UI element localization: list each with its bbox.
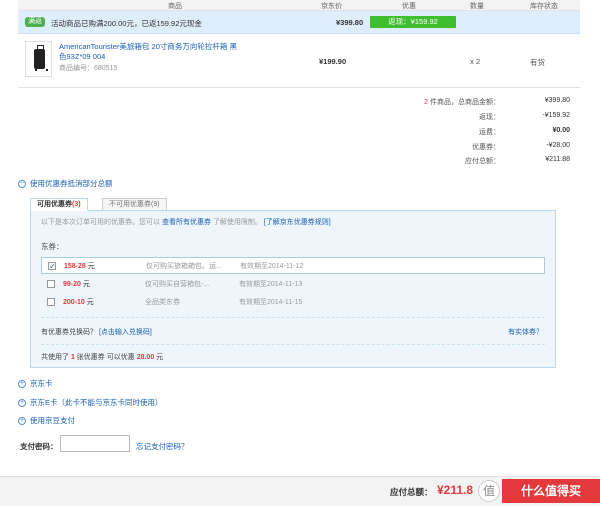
- promo-badge: 满返: [25, 17, 45, 27]
- jd-beans-toggle[interactable]: + 使用京豆支付: [18, 415, 75, 427]
- divider: [41, 344, 545, 345]
- solid-coupon-link[interactable]: 有实体券？: [508, 327, 543, 337]
- promo-text: 活动商品已购满200.00元，已返159.92元现金: [51, 19, 202, 28]
- coupon-checkbox[interactable]: [48, 258, 56, 275]
- coupon-toggle[interactable]: − 使用优惠券抵消部分总额: [18, 178, 113, 190]
- enter-exchange-code-link[interactable]: [点击输入兑换码]: [99, 329, 152, 336]
- col-jd-price: 京东价: [321, 3, 342, 10]
- payment-password-input[interactable]: [60, 435, 130, 452]
- coupon-checkbox[interactable]: [47, 280, 55, 288]
- exchange-code-row: 有优惠券兑换码？ [点击输入兑换码]: [41, 329, 152, 336]
- divider: [41, 317, 545, 318]
- minus-circle-icon: −: [18, 180, 26, 189]
- summary-coupon: 优惠券： -¥28.00: [472, 142, 570, 151]
- coupon-item[interactable]: 200-10 元 全品类东券 有效期至2014-11-15: [41, 294, 545, 311]
- jd-card-toggle[interactable]: + 京东卡: [18, 378, 53, 390]
- product-thumbnail[interactable]: [25, 41, 52, 77]
- total-label: 应付总额：: [390, 487, 433, 497]
- view-all-coupons-link[interactable]: 查看所有优惠券: [162, 219, 211, 226]
- suitcase-image: [34, 45, 48, 71]
- product-price: ¥199.90: [319, 57, 347, 66]
- payment-password-label: 支付密码：: [20, 442, 58, 451]
- summary-shipping: 运费： ¥0.00: [479, 127, 570, 136]
- watermark-logo-icon: 值: [478, 480, 500, 502]
- product-row: AmericanTourister美旅箱包 20寸商务万向轮拉杆箱 黑色93Z*…: [18, 34, 580, 88]
- summary-due: 应付总额： ¥211.88: [465, 156, 570, 165]
- col-discount: 优惠: [402, 3, 416, 10]
- coupon-section-title: 东券：: [41, 242, 64, 251]
- product-stock: 有货: [530, 58, 545, 67]
- forgot-password-link[interactable]: 忘记支付密码？: [136, 441, 189, 452]
- plus-circle-icon: +: [18, 380, 26, 389]
- summary-goods: 2 件商品，总商品金额： ¥399.80: [424, 97, 570, 106]
- checkout-footer: 应付总额： ¥211.8 值 什么值得买: [0, 476, 600, 506]
- col-stock: 库存状态: [530, 3, 558, 10]
- promo-row: 满返 活动商品已购满200.00元，已返159.92元现金 ¥399.80 返现…: [18, 11, 580, 34]
- product-qty: x 2: [470, 57, 481, 66]
- jd-ecard-toggle[interactable]: + 京东E卡（此卡不能与京东卡同时使用）: [18, 397, 163, 409]
- col-product: 商品: [168, 3, 182, 10]
- plus-circle-icon: +: [18, 417, 26, 426]
- promo-price: ¥399.80: [336, 18, 364, 27]
- coupon-note: 以下是本次订单可用的优惠券。您可以 查看所有优惠券 了解使用限制。 [了解京东优…: [41, 219, 331, 226]
- rebate-badge: 返现：¥159.92: [370, 16, 456, 28]
- col-qty: 数量: [470, 3, 484, 10]
- total-value: ¥211.8: [437, 483, 474, 497]
- product-code: 商品编号：680515: [59, 65, 118, 72]
- coupon-rules-link[interactable]: [了解京东优惠券规则]: [264, 219, 331, 226]
- coupon-usage-summary: 共使用了 1 张优惠券 可以优惠 28.00 元: [41, 354, 164, 361]
- submit-order-button[interactable]: 什么值得买: [502, 479, 600, 503]
- cart-table-header: 商品 京东价 优惠 数量 库存状态: [18, 0, 580, 11]
- coupon-checkbox[interactable]: [47, 298, 55, 306]
- product-name-link[interactable]: AmericanTourister美旅箱包 20寸商务万向轮拉杆箱 黑色93Z*…: [59, 42, 239, 62]
- plus-circle-icon: +: [18, 399, 26, 408]
- coupon-panel: 以下是本次订单可用的优惠券。您可以 查看所有优惠券 了解使用限制。 [了解京东优…: [30, 210, 556, 368]
- summary-rebate: 返现： -¥159.92: [479, 112, 570, 121]
- tab-available-coupons[interactable]: 可用优惠券(3): [30, 198, 88, 211]
- coupon-item[interactable]: 158-28 元 仅可购买旅箱箱包、运... 有效期至2014-11-12: [41, 257, 545, 275]
- coupon-item[interactable]: 99-20 元 仅可购买自营箱包-... 有效期至2014-11-13: [41, 276, 545, 293]
